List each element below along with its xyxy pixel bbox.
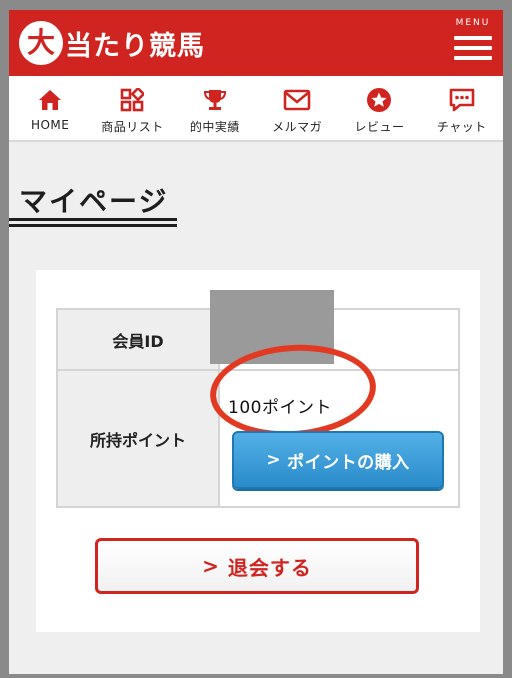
logo-badge: 大: [19, 21, 63, 65]
mail-icon: [283, 86, 311, 114]
nav-item-newsletter[interactable]: メルマガ: [256, 76, 338, 140]
member-id-label: 会員ID: [58, 310, 220, 369]
nav-label: HOME: [30, 118, 70, 132]
page-title: マイページ: [19, 185, 169, 218]
hamburger-icon-bar: [454, 56, 492, 60]
grid-icon: [118, 86, 146, 114]
menu-label: MENU: [455, 18, 491, 28]
logo-mark: 大: [26, 26, 55, 59]
points-row: 所持ポイント 100ポイント > ポイントの購入: [58, 339, 458, 506]
main-nav: HOME 商品リスト 的中実績 メルマガ レビュー チャット: [9, 76, 503, 142]
hamburger-icon: [454, 36, 492, 40]
nav-item-results[interactable]: 的中実績: [174, 76, 256, 140]
nav-label: 商品リスト: [101, 120, 164, 134]
trophy-icon: [201, 86, 229, 114]
chat-icon: [448, 86, 476, 114]
buy-points-button[interactable]: > ポイントの購入: [232, 431, 444, 489]
nav-item-home[interactable]: HOME: [9, 76, 91, 140]
star-icon: [365, 86, 393, 114]
points-label: 所持ポイント: [58, 371, 220, 506]
account-info-table: 会員ID 所持ポイント 100ポイント > ポイントの購入: [56, 290, 460, 508]
logo-text: 当たり競馬: [65, 30, 205, 62]
nav-label: チャット: [436, 120, 487, 134]
nav-item-reviews[interactable]: レビュー: [338, 76, 420, 140]
chevron-right-icon: >: [266, 450, 282, 470]
nav-item-chat[interactable]: チャット: [421, 76, 503, 140]
home-icon: [36, 86, 64, 114]
nav-label: 的中実績: [189, 120, 240, 134]
site-header: 大 当たり競馬 MENU: [9, 10, 503, 76]
nav-label: レビュー: [354, 120, 405, 134]
title-underline: [9, 218, 177, 221]
buy-points-label: ポイントの購入: [287, 452, 410, 473]
withdraw-label: 退会する: [227, 555, 312, 580]
account-card: 会員ID 所持ポイント 100ポイント > ポイントの購入 > 退会する: [36, 270, 480, 632]
withdraw-button[interactable]: > 退会する: [95, 538, 419, 594]
phone-screen: 大 当たり競馬 MENU HOME 商品リスト 的中実績 メルマガ レビュー チ…: [9, 10, 503, 674]
chevron-right-icon: >: [202, 554, 220, 578]
site-logo[interactable]: 大 当たり競馬: [19, 18, 205, 68]
hamburger-icon-bar: [454, 46, 492, 50]
nav-label: メルマガ: [272, 120, 323, 134]
menu-button[interactable]: MENU: [453, 18, 493, 68]
points-cell: 100ポイント > ポイントの購入: [206, 339, 458, 506]
title-underline: [9, 224, 177, 227]
nav-item-products[interactable]: 商品リスト: [91, 76, 173, 140]
